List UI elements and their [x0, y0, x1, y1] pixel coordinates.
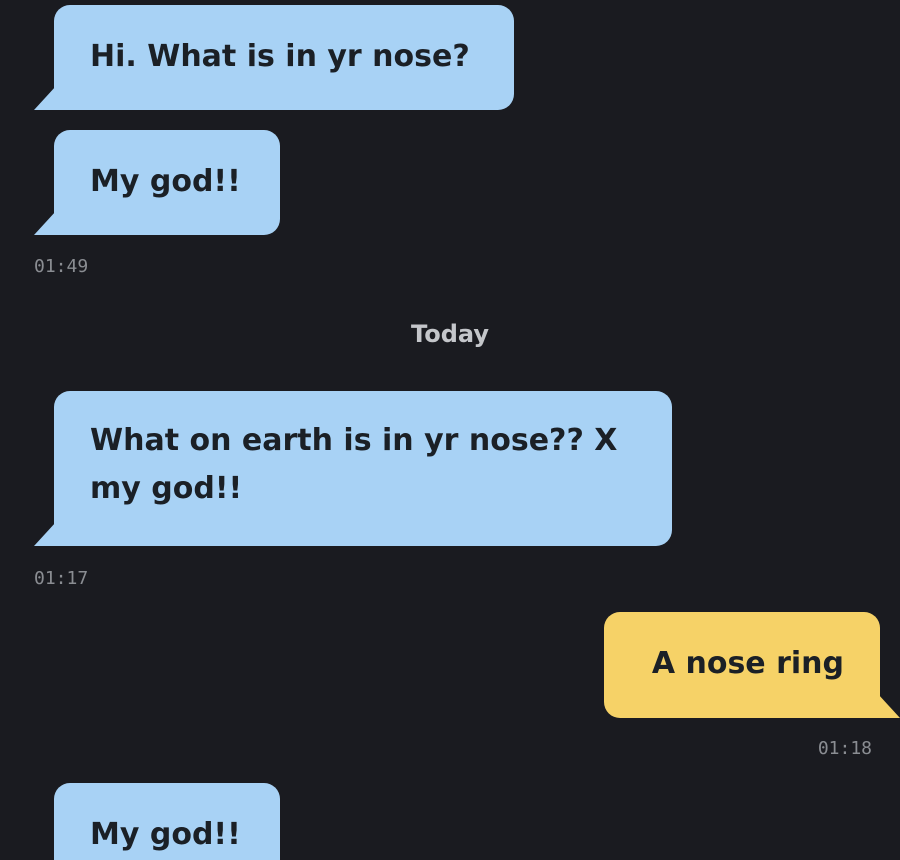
- message-timestamp: 01:17: [34, 568, 89, 589]
- bubble-tail: [878, 694, 900, 718]
- outgoing-message-bubble[interactable]: A nose ring: [604, 612, 900, 718]
- message-text: Hi. What is in yr nose?: [90, 39, 470, 74]
- incoming-message-bubble[interactable]: My god!!: [34, 130, 280, 235]
- message-text: A nose ring: [651, 646, 844, 681]
- message-text: What on earth is in yr nose?? X my god!!: [90, 423, 618, 506]
- bubble-tail: [34, 522, 56, 546]
- message-text: My god!!: [90, 817, 241, 852]
- date-divider: Today: [411, 320, 489, 348]
- bubble-tail: [34, 211, 56, 235]
- incoming-message-bubble[interactable]: My god!!: [54, 783, 280, 860]
- chat-screen: Hi. What is in yr nose? My god!! 01:49 T…: [0, 0, 900, 860]
- message-timestamp: 01:18: [817, 738, 872, 759]
- message-timestamp: 01:49: [34, 256, 89, 277]
- incoming-message-bubble[interactable]: What on earth is in yr nose?? X my god!!: [34, 391, 672, 546]
- incoming-message-bubble[interactable]: Hi. What is in yr nose?: [34, 5, 514, 110]
- message-text: My god!!: [90, 164, 241, 199]
- bubble-tail: [34, 86, 56, 110]
